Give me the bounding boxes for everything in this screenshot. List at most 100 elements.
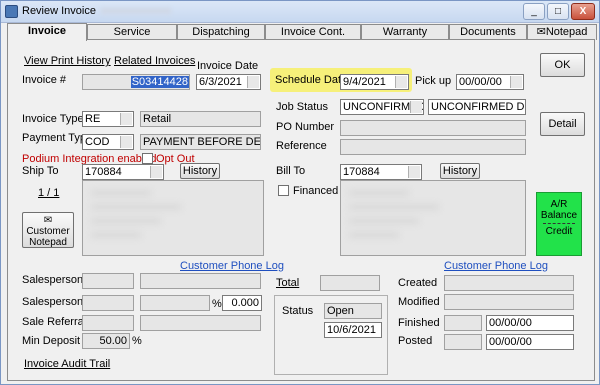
bill-to-label: Bill To bbox=[276, 165, 306, 177]
envelope-icon: ✉ bbox=[43, 215, 53, 226]
finished-user-field bbox=[444, 315, 482, 331]
pickup-date-field[interactable]: 00/00/00 bbox=[456, 74, 524, 90]
customer-phone-log-right[interactable]: Customer Phone Log bbox=[444, 260, 548, 272]
invoice-panel: View Print History Related Invoices Invo… bbox=[7, 39, 595, 381]
dropdown-icon[interactable] bbox=[408, 166, 420, 178]
dropdown-icon[interactable] bbox=[120, 136, 132, 148]
dropdown-icon[interactable] bbox=[150, 166, 162, 178]
page-indicator[interactable]: 1 / 1 bbox=[38, 187, 59, 199]
pickup-date-value: 00/00/00 bbox=[459, 76, 502, 88]
job-status-desc-field: UNCONFIRMED DELIV bbox=[428, 99, 526, 115]
status-date-field: 10/6/2021 bbox=[324, 322, 382, 338]
customer-notepad-label: Customer Notepad bbox=[26, 226, 70, 248]
ship-to-address-area[interactable] bbox=[82, 180, 264, 256]
job-status-label: Job Status bbox=[276, 101, 328, 113]
ship-to-label: Ship To bbox=[22, 165, 59, 177]
invoice-audit-trail-link[interactable]: Invoice Audit Trail bbox=[24, 358, 110, 370]
financed-checkbox[interactable] bbox=[278, 185, 289, 196]
related-invoices-link[interactable]: Related Invoices bbox=[114, 55, 195, 67]
salesperson1-code-field[interactable] bbox=[82, 273, 134, 289]
customer-phone-log-left[interactable]: Customer Phone Log bbox=[180, 260, 284, 272]
min-deposit-field[interactable]: 50.00 bbox=[82, 333, 130, 349]
po-number-label: PO Number bbox=[276, 121, 335, 133]
payment-type-code-field[interactable]: COD bbox=[82, 134, 134, 150]
dropdown-icon[interactable] bbox=[410, 101, 422, 113]
financed-label: Financed bbox=[293, 185, 339, 197]
job-status-desc-value: UNCONFIRMED DELIV bbox=[431, 101, 525, 113]
invoice-number-field[interactable]: S03414428 bbox=[82, 74, 190, 90]
date-picker-icon[interactable] bbox=[510, 76, 522, 88]
maximize-button[interactable]: □ bbox=[547, 3, 569, 20]
window-title: Review Invoice bbox=[22, 5, 96, 17]
created-label: Created bbox=[398, 277, 438, 289]
invoice-date-value: 6/3/2021 bbox=[199, 76, 242, 88]
tab-invoice[interactable]: Invoice bbox=[7, 23, 87, 41]
created-field bbox=[444, 275, 574, 291]
salesperson2-code-field[interactable] bbox=[82, 295, 134, 311]
invoice-type-code-field[interactable]: RE bbox=[82, 111, 134, 127]
tab-strip: Invoice Service Dispatching Invoice Cont… bbox=[7, 23, 597, 41]
payment-type-desc-field: PAYMENT BEFORE DELIVER bbox=[140, 134, 261, 150]
date-picker-icon[interactable] bbox=[395, 76, 407, 88]
close-button[interactable]: X bbox=[571, 3, 595, 20]
ar-balance-credit-button[interactable]: A/R Balance Credit bbox=[536, 192, 582, 256]
sale-referral-code-field[interactable] bbox=[82, 315, 134, 331]
percent-sign: % bbox=[212, 298, 222, 310]
invoice-type-desc-field: Retail bbox=[140, 111, 261, 127]
pickup-label: Pick up bbox=[415, 75, 452, 87]
reference-field[interactable] bbox=[340, 139, 526, 155]
total-link[interactable]: Total bbox=[276, 277, 299, 289]
tab-service[interactable]: Service bbox=[87, 24, 177, 40]
invoice-date-field[interactable]: 6/3/2021 bbox=[196, 74, 261, 90]
tab-invoice-cont[interactable]: Invoice Cont. bbox=[265, 24, 361, 40]
tab-notepad[interactable]: ✉Notepad bbox=[527, 24, 597, 40]
finished-label: Finished bbox=[398, 317, 440, 329]
credit-label: Credit bbox=[545, 226, 573, 237]
status-field: Open bbox=[324, 303, 382, 319]
tab-notepad-label: Notepad bbox=[545, 26, 588, 38]
salesperson2-percent-value: 0.000 bbox=[231, 297, 259, 309]
date-picker-icon[interactable] bbox=[247, 76, 259, 88]
invoice-number-value: S03414428 bbox=[130, 76, 189, 88]
bill-to-value: 170884 bbox=[343, 166, 380, 178]
sale-referral-name-field bbox=[140, 315, 261, 331]
ship-to-history-button[interactable]: History bbox=[180, 163, 220, 179]
divider bbox=[543, 223, 575, 224]
minimize-button[interactable]: _ bbox=[523, 3, 545, 20]
ok-button[interactable]: OK bbox=[540, 53, 585, 77]
invoice-date-label: Invoice Date bbox=[197, 60, 259, 72]
finished-date-field: 00/00/00 bbox=[486, 315, 574, 331]
ship-to-field[interactable]: 170884 bbox=[82, 164, 164, 180]
schedule-date-label: Schedule Date bbox=[275, 74, 348, 86]
salesperson1-name-field bbox=[140, 273, 261, 289]
schedule-date-value: 9/4/2021 bbox=[343, 76, 386, 88]
ship-to-value: 170884 bbox=[85, 166, 122, 178]
app-icon bbox=[5, 5, 18, 18]
salesperson2-percent-field[interactable]: 0.000 bbox=[222, 295, 262, 311]
reference-label: Reference bbox=[276, 140, 327, 152]
tab-documents[interactable]: Documents bbox=[449, 24, 527, 40]
title-extra-blurred bbox=[101, 8, 171, 14]
job-status-code-field[interactable]: UNCONFIRMED bbox=[340, 99, 424, 115]
tab-dispatching[interactable]: Dispatching bbox=[177, 24, 265, 40]
min-deposit-value: 50.00 bbox=[99, 335, 127, 347]
bill-to-history-button[interactable]: History bbox=[440, 163, 480, 179]
invoice-type-code-value: RE bbox=[85, 113, 101, 125]
bill-to-field[interactable]: 170884 bbox=[340, 164, 422, 180]
po-number-field[interactable] bbox=[340, 120, 526, 136]
modified-label: Modified bbox=[398, 296, 440, 308]
detail-button[interactable]: Detail bbox=[540, 112, 585, 136]
posted-date-value: 00/00/00 bbox=[489, 336, 532, 348]
schedule-date-field[interactable]: 9/4/2021 bbox=[340, 74, 409, 90]
opt-out-checkbox[interactable] bbox=[142, 153, 153, 164]
notepad-icon: ✉ bbox=[536, 26, 546, 38]
bill-to-address-area[interactable] bbox=[340, 180, 526, 256]
invoice-number-label: Invoice # bbox=[22, 74, 67, 86]
customer-notepad-button[interactable]: ✉ Customer Notepad bbox=[22, 212, 74, 248]
tab-warranty[interactable]: Warranty bbox=[361, 24, 449, 40]
dropdown-icon[interactable] bbox=[120, 113, 132, 125]
finished-date-value: 00/00/00 bbox=[489, 317, 532, 329]
view-print-history-link[interactable]: View Print History bbox=[24, 55, 111, 67]
posted-label: Posted bbox=[398, 335, 433, 347]
title-bar: Review Invoice _ □ X bbox=[1, 1, 599, 23]
